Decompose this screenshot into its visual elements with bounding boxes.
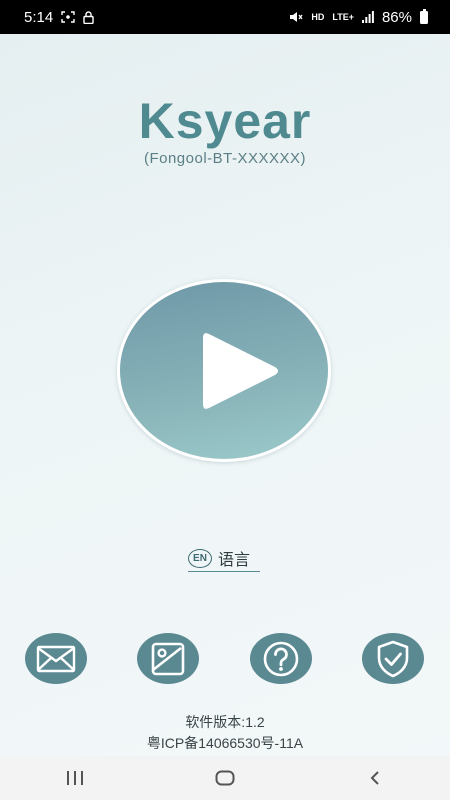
network-label: LTE+ xyxy=(332,12,354,22)
icp-license: 粤ICP备14066530号-11A xyxy=(146,735,304,751)
battery-percent: 86% xyxy=(381,8,412,26)
recent-apps-button[interactable] xyxy=(45,758,105,798)
screenshot-icon xyxy=(61,11,75,23)
mail-icon xyxy=(36,645,76,672)
help-button[interactable] xyxy=(250,633,312,684)
system-nav-bar xyxy=(0,756,450,800)
status-bar: 5:14 HD LTE+ 86% xyxy=(0,0,450,34)
software-version: 软件版本:1.2 xyxy=(185,714,265,730)
hd-label: HD xyxy=(311,12,325,22)
back-button[interactable] xyxy=(345,758,405,798)
signal-icon xyxy=(361,11,374,23)
image-icon xyxy=(151,642,185,675)
device-subtitle: (Fongool-BT-XXXXXX) xyxy=(143,150,307,167)
back-icon xyxy=(370,771,379,785)
status-left: 5:14 xyxy=(24,9,94,26)
battery-icon xyxy=(420,8,428,24)
recent-apps-icon xyxy=(67,771,83,785)
help-icon xyxy=(263,641,299,676)
en-badge-icon: EN xyxy=(188,548,212,568)
privacy-button[interactable] xyxy=(362,633,424,684)
mute-icon xyxy=(289,11,303,23)
app-title: Ksyear xyxy=(138,93,312,149)
language-switch[interactable]: EN 语言 xyxy=(188,545,260,572)
gallery-button[interactable] xyxy=(137,633,199,684)
mail-button[interactable] xyxy=(25,633,87,684)
language-label: 语言 xyxy=(218,552,251,569)
shield-check-icon xyxy=(377,640,409,677)
home-icon xyxy=(215,770,235,786)
status-right: HD LTE+ 86% xyxy=(289,8,428,26)
home-button[interactable] xyxy=(195,758,255,798)
play-icon xyxy=(203,333,278,409)
lock-icon xyxy=(83,10,94,24)
clock: 5:14 xyxy=(24,8,54,26)
play-button[interactable] xyxy=(117,279,331,462)
